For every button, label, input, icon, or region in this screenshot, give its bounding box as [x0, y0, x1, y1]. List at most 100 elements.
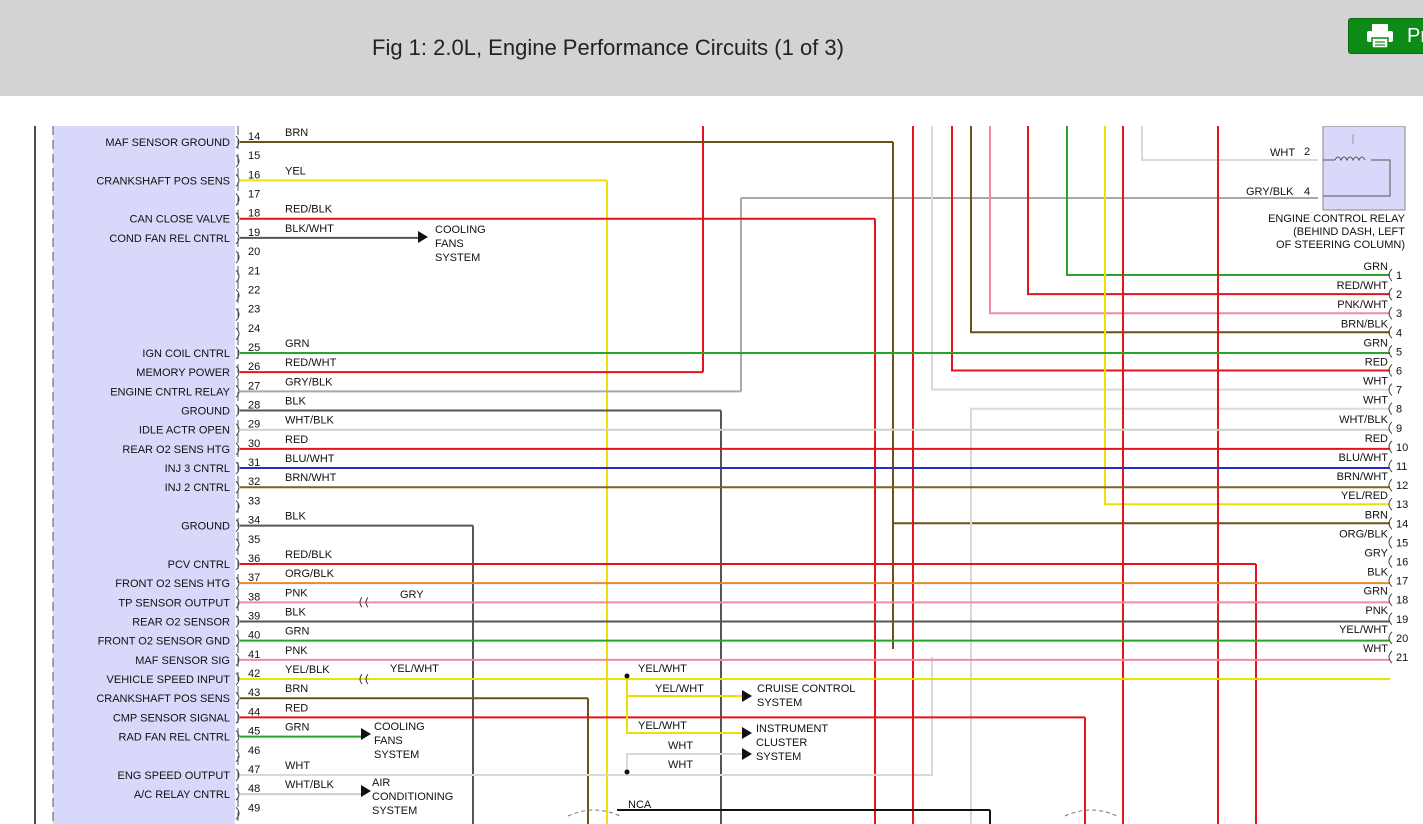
pin-function-label: MAF SENSOR SIG — [135, 655, 230, 667]
page-header: Fig 1: 2.0L, Engine Performance Circuits… — [0, 0, 1423, 96]
pin-number: 36 — [248, 553, 260, 565]
pin-socket-icon — [1388, 287, 1393, 301]
pin-socket-icon — [1388, 364, 1393, 377]
pin-number: 41 — [248, 649, 260, 661]
pin-socket-icon — [235, 231, 240, 245]
pin-function-label: FRONT O2 SENS HTG — [115, 578, 230, 590]
engine-control-relay: WHT 2 GRY/BLK 4 ENGINE CONTROL RELAY (BE… — [1246, 126, 1406, 251]
arrow-icon — [742, 690, 752, 702]
pin-number: 32 — [248, 476, 260, 488]
arrow-icon — [418, 231, 428, 243]
pin-number: 29 — [248, 419, 260, 431]
pin-number: 35 — [248, 534, 260, 546]
wiring-diagram: 14MAF SENSOR GROUNDBRN1516CRANKSHAFT POS… — [34, 126, 1408, 824]
relay-pin4-num: 4 — [1304, 186, 1310, 198]
relay-label-2: (BEHIND DASH, LEFT — [1293, 226, 1405, 238]
page-title: Fig 1: 2.0L, Engine Performance Circuits… — [372, 35, 844, 60]
pin-number: 42 — [248, 668, 260, 680]
cooling-fans-system-2: COOLING FANS SYSTEM — [361, 721, 425, 761]
wire-color-label: BRN/WHT — [285, 472, 337, 484]
branch-wires: YEL/WHT YEL/WHT YEL/WHT WHT WHT GRY YEL/… — [390, 589, 1118, 824]
right-wire-label: RED — [1365, 357, 1388, 369]
pin-function-label: CMP SENSOR SIGNAL — [113, 712, 230, 724]
wire-color-label: BLU/WHT — [285, 453, 335, 465]
wire-color-label: RED/WHT — [285, 357, 337, 369]
pin-socket-icon — [235, 384, 240, 398]
print-button[interactable]: Pr — [1348, 18, 1423, 54]
pin-socket-icon — [1388, 593, 1393, 607]
pin-function-label: COND FAN REL CNTRL — [109, 233, 230, 245]
pin-number: 14 — [248, 131, 260, 143]
right-pin-number: 13 — [1396, 499, 1408, 511]
pin-socket-icon — [235, 749, 240, 763]
pin-number: 34 — [248, 515, 260, 527]
wire-color-label: RED/BLK — [285, 549, 333, 561]
wire-color-label: WHT/BLK — [285, 779, 335, 791]
right-pin-number: 3 — [1396, 308, 1402, 320]
pin-function-label: REAR O2 SENSOR — [132, 617, 230, 629]
right-wire-label: GRN — [1364, 261, 1389, 273]
right-pin-number: 4 — [1396, 327, 1402, 339]
right-pin-number: 9 — [1396, 423, 1402, 435]
wire-color-label: RED/BLK — [285, 204, 333, 216]
pin-socket-icon — [1388, 612, 1393, 626]
pin-function-label: GROUND — [181, 521, 230, 533]
svg-text:COOLING: COOLING — [435, 224, 486, 236]
right-wire-label: GRN — [1364, 337, 1389, 349]
wire-color-label: GRN — [285, 626, 310, 638]
pin-socket-icon — [235, 576, 240, 590]
pin-socket-icon — [1388, 421, 1393, 435]
right-pin-number: 15 — [1396, 537, 1408, 549]
pin-socket-icon — [1388, 325, 1393, 339]
pin-socket-icon — [235, 269, 240, 283]
right-pin-number: 17 — [1396, 576, 1408, 588]
wire-color-label: PNK — [285, 587, 308, 599]
wire-color-label: RED — [285, 702, 308, 714]
pin-socket-icon — [235, 691, 240, 705]
pin-number: 45 — [248, 726, 260, 738]
pin-function-label: FRONT O2 SENSOR GND — [98, 636, 230, 648]
wire-color-label: WHT — [285, 760, 310, 772]
pin-function-label: RAD FAN REL CNTRL — [119, 732, 230, 744]
pin-number: 27 — [248, 380, 260, 392]
wire-color-label: PNK — [285, 645, 308, 657]
wire-color-label: GRN — [285, 338, 310, 350]
right-pin-number: 5 — [1396, 346, 1402, 358]
right-pin-number: 8 — [1396, 404, 1402, 416]
right-wire-label: BLK — [1367, 567, 1388, 579]
pin-socket-icon — [1388, 555, 1393, 568]
pin-number: 21 — [248, 265, 260, 277]
svg-text:SYSTEM: SYSTEM — [435, 252, 480, 264]
pin-number: 15 — [248, 150, 260, 162]
pin-function-label: MAF SENSOR GROUND — [105, 137, 230, 149]
pin-socket-icon — [1388, 440, 1393, 454]
pin-socket-icon — [1388, 306, 1393, 320]
pin-number: 38 — [248, 591, 260, 603]
pin-number: 43 — [248, 687, 260, 699]
wire-color-label: BRN — [285, 127, 308, 139]
wire-color-label: WHT/BLK — [285, 415, 335, 427]
pin-number: 25 — [248, 342, 260, 354]
splice-dot — [624, 769, 630, 775]
pin-socket-icon — [1388, 383, 1393, 396]
relay-pin4-wire: GRY/BLK — [1246, 186, 1294, 198]
right-wire-label: ORG/BLK — [1339, 528, 1389, 540]
svg-text:CRUISE CONTROL: CRUISE CONTROL — [757, 683, 855, 695]
inline-connector-icon — [1064, 809, 1118, 817]
pin-socket-icon — [1388, 497, 1393, 511]
relay-pin2-wire: WHT — [1270, 147, 1295, 159]
right-pin-number: 20 — [1396, 633, 1408, 645]
wire-color-label: ORG/BLK — [285, 568, 335, 580]
pin-number: 46 — [248, 745, 260, 757]
right-pin-number: 18 — [1396, 595, 1408, 607]
cooling-fans-system-1: COOLING FANS SYSTEM — [418, 224, 486, 264]
right-wire-label: BLU/WHT — [1339, 452, 1389, 464]
splice-dot — [624, 673, 630, 679]
pin-socket-icon — [235, 480, 240, 494]
pin-number: 40 — [248, 630, 260, 642]
instrument-cluster-system: INSTRUMENT CLUSTER SYSTEM — [742, 723, 828, 763]
pin-number: 18 — [248, 208, 260, 220]
wire-color-label: BLK — [285, 511, 306, 523]
right-wire-label: RED/WHT — [1337, 280, 1389, 292]
relay-pin2-num: 2 — [1304, 146, 1310, 158]
